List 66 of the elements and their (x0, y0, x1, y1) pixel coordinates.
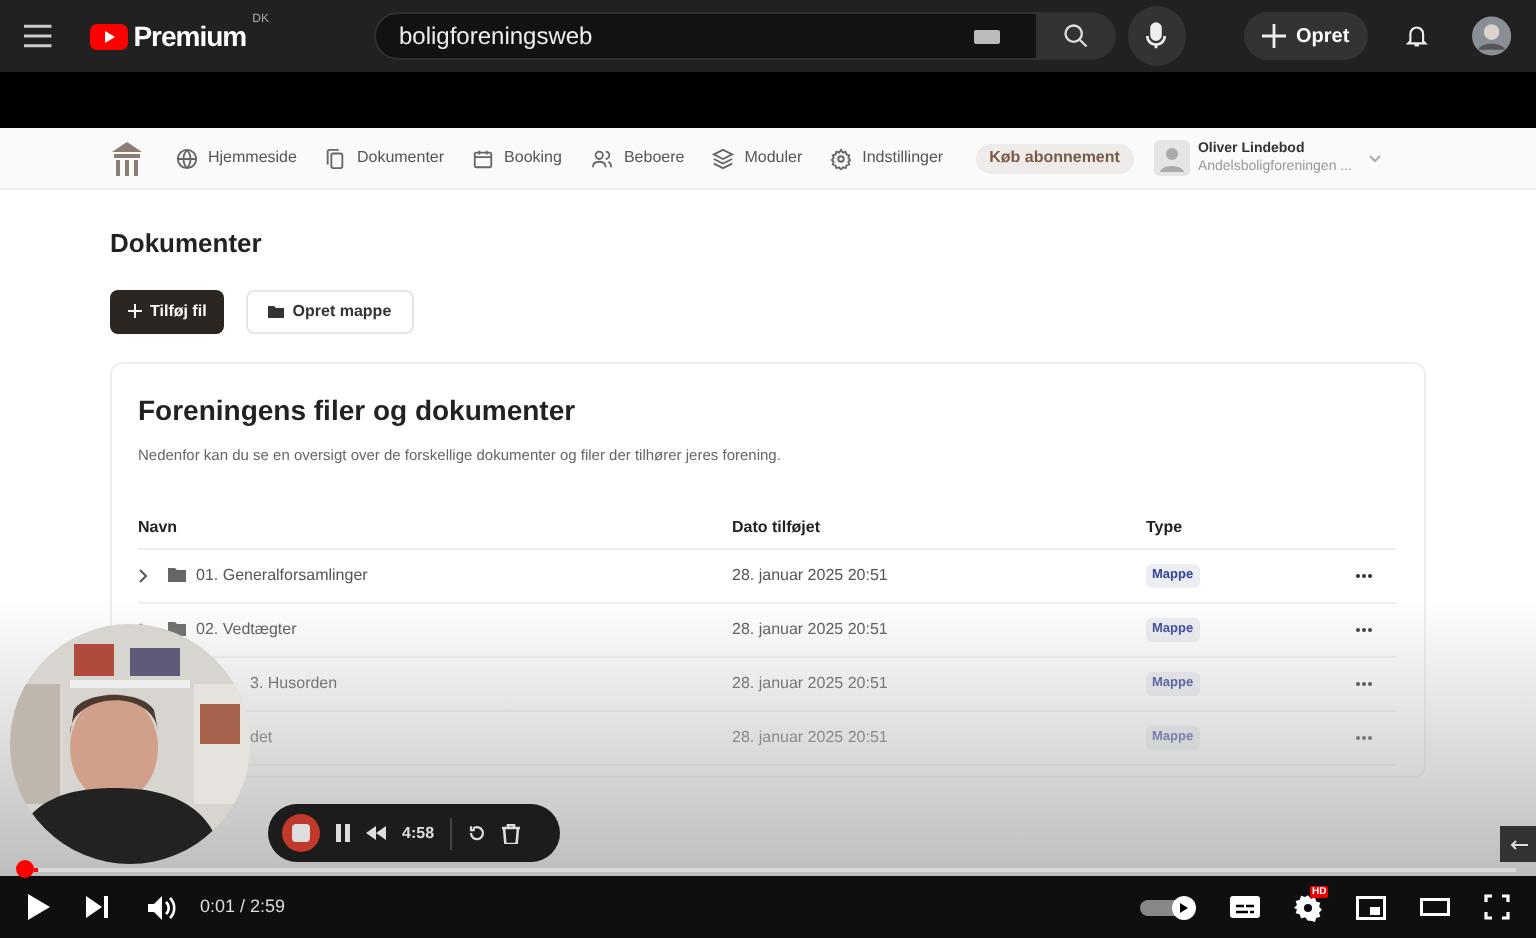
more-icon[interactable] (1356, 627, 1372, 632)
column-header: Navn (138, 516, 180, 541)
nav-link[interactable]: Moduler (712, 146, 803, 170)
logo-text: Premium (133, 17, 247, 55)
restart-icon[interactable] (468, 824, 487, 842)
folder-icon (268, 304, 285, 318)
back-arrow-button[interactable] (1500, 826, 1536, 862)
search-icon (1061, 22, 1090, 50)
plus-icon (128, 304, 142, 318)
folder-name[interactable]: 01. Generalforsamlinger (196, 563, 368, 588)
pause-icon[interactable] (336, 824, 350, 842)
time-display: 0:01 / 2:59 (200, 893, 286, 920)
settings-icon (830, 147, 853, 169)
settings-icon[interactable] (1294, 893, 1322, 921)
avatar-icon[interactable] (1472, 16, 1512, 56)
building-logo-icon[interactable] (112, 141, 142, 175)
add-file-button[interactable]: Tilføj fil (110, 289, 225, 333)
chevron-right-icon[interactable] (138, 567, 148, 584)
trash-icon[interactable] (502, 823, 521, 843)
mic-icon (1144, 22, 1169, 50)
nav-link[interactable]: Beboere (589, 146, 685, 170)
column-header: Dato tilføjet (732, 516, 822, 541)
plus-icon (1261, 24, 1286, 48)
date-cell-text: 28. januar 2025 20:51 (732, 563, 890, 588)
column-header: Type (1146, 516, 1185, 541)
more-icon[interactable] (1356, 573, 1372, 578)
miniplayer-icon[interactable] (1356, 895, 1386, 919)
subscribe-button[interactable]: Køb abonnement (975, 143, 1134, 173)
files-icon (324, 147, 347, 169)
menu-icon[interactable] (24, 24, 52, 48)
folder-name[interactable]: 02. Vedtægter (196, 617, 297, 642)
keyboard-icon[interactable] (974, 29, 1001, 43)
search-button[interactable] (1038, 12, 1116, 60)
nav-link[interactable]: Hjemmeside (176, 146, 297, 170)
recording-time: 4:58 (402, 821, 435, 845)
mic-button[interactable] (1127, 6, 1186, 66)
next-icon[interactable] (86, 896, 108, 918)
users-icon (589, 147, 614, 169)
date-cell-text: 28. januar 2025 20:51 (732, 671, 890, 696)
theater-mode-icon[interactable] (1420, 898, 1450, 916)
bell-icon[interactable] (1403, 22, 1429, 50)
more-icon[interactable] (1356, 681, 1372, 686)
date-cell-text: 28. januar 2025 20:51 (732, 617, 890, 642)
fullscreen-icon[interactable] (1484, 894, 1510, 920)
card-title: Foreningens filer og dokumenter (138, 391, 578, 430)
calendar-icon (472, 147, 495, 169)
play-icon[interactable] (26, 894, 50, 920)
volume-icon[interactable] (148, 895, 176, 919)
page-title: Dokumenter (110, 226, 264, 262)
folder-name[interactable]: 3. Husorden (250, 671, 338, 696)
nav-link[interactable]: Indstillinger (830, 146, 944, 170)
nav-link[interactable]: Booking (472, 146, 562, 170)
layers-icon (712, 147, 735, 169)
folder-icon (168, 568, 186, 583)
arrow-left-icon (1509, 839, 1527, 849)
play-logo-icon (89, 23, 128, 49)
search-field[interactable]: boligforeningsweb (374, 12, 1039, 60)
create-button[interactable]: Opret (1243, 12, 1368, 60)
stop-button[interactable] (282, 814, 320, 852)
rewind-icon[interactable] (366, 826, 386, 840)
subtitles-icon[interactable] (1230, 896, 1260, 918)
create-folder-button[interactable]: Opret mappe (246, 289, 414, 333)
autoplay-toggle-icon[interactable] (1140, 895, 1200, 919)
nav-link[interactable]: Dokumenter (324, 146, 445, 170)
globe-icon (176, 147, 198, 169)
date-cell-text: 28. januar 2025 20:51 (732, 725, 890, 750)
